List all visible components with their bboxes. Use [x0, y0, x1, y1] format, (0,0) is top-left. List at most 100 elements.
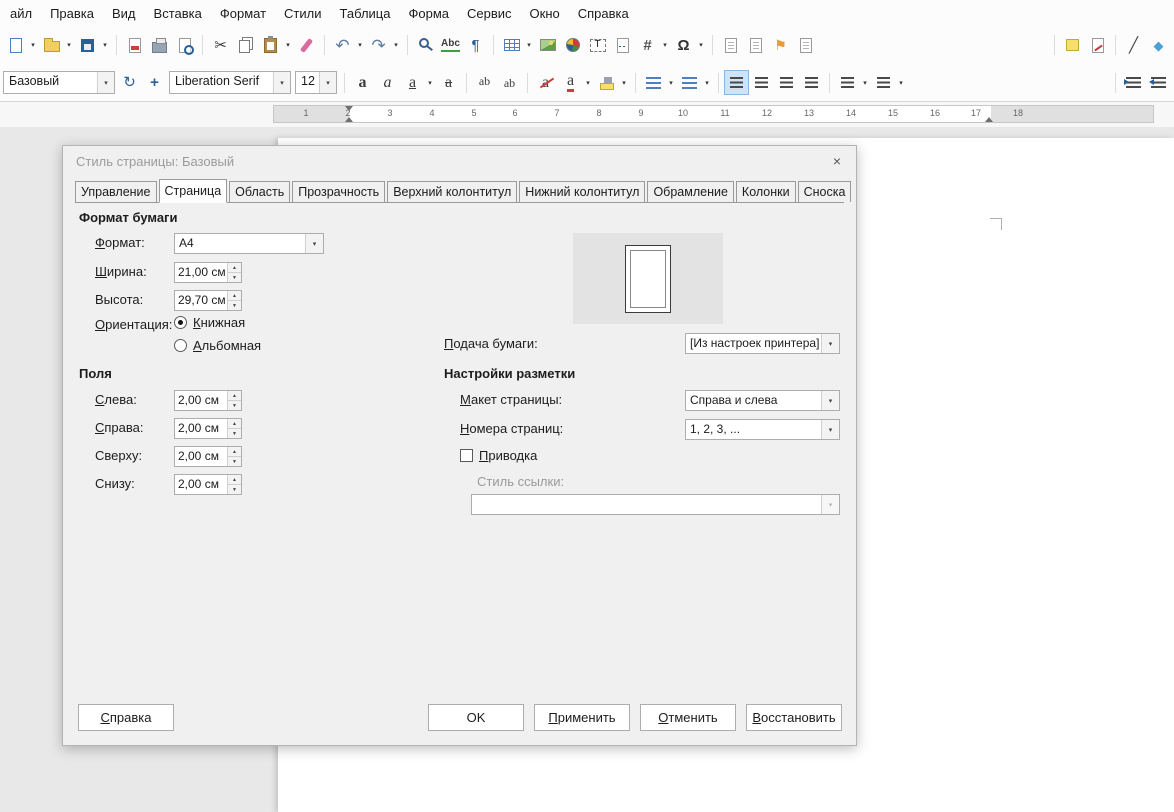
height-spinner[interactable]: 29,70 см ▲ ▼ [174, 290, 242, 311]
italic-button[interactable]: а [375, 70, 400, 95]
spin-down-button[interactable]: ▼ [228, 273, 241, 282]
print-preview-button[interactable] [172, 33, 197, 58]
cut-button[interactable]: ✂ [208, 33, 233, 58]
insert-cross-reference-button[interactable] [793, 33, 818, 58]
tab-footnote[interactable]: Сноска [797, 181, 852, 202]
bullet-list-dropdown[interactable]: ▾ [666, 70, 676, 95]
redo-dropdown[interactable]: ▾ [391, 33, 401, 58]
insert-table-dropdown[interactable]: ▾ [524, 33, 534, 58]
bold-button[interactable]: а [350, 70, 375, 95]
new-style-button[interactable]: + [142, 70, 167, 95]
spin-up-button[interactable]: ▲ [228, 475, 241, 485]
paste-button[interactable] [258, 33, 283, 58]
decrease-indent-button[interactable] [1146, 70, 1171, 95]
copy-button[interactable] [233, 33, 258, 58]
page-numbers-select-arrow[interactable]: ▾ [821, 420, 839, 439]
font-color-button[interactable]: а [558, 70, 583, 95]
numbered-list-button[interactable] [677, 70, 702, 95]
paragraph-style-combo[interactable]: Базовый ▾ [3, 71, 115, 94]
spin-down-button[interactable]: ▼ [228, 401, 241, 410]
track-changes-button[interactable] [1085, 33, 1110, 58]
undo-dropdown[interactable]: ▾ [355, 33, 365, 58]
menu-window[interactable]: Окно [521, 0, 569, 26]
new-document-button[interactable] [3, 33, 28, 58]
font-name-combo[interactable]: Liberation Serif ▾ [169, 71, 291, 94]
insert-endnote-button[interactable] [743, 33, 768, 58]
insert-image-button[interactable] [535, 33, 560, 58]
spin-up-button[interactable]: ▲ [228, 447, 241, 457]
landscape-radio[interactable]: Альбомная [174, 338, 261, 353]
margin-top-spinner[interactable]: 2,00 см ▲ ▼ [174, 446, 242, 467]
paper-tray-select-arrow[interactable]: ▾ [821, 334, 839, 353]
paragraph-style-dropdown[interactable]: ▾ [97, 72, 114, 93]
spin-down-button[interactable]: ▼ [228, 485, 241, 494]
export-pdf-button[interactable] [122, 33, 147, 58]
insert-line-button[interactable]: ╱ [1121, 33, 1146, 58]
superscript-button[interactable]: ab [472, 70, 497, 95]
spin-up-button[interactable]: ▲ [228, 291, 241, 301]
underline-button[interactable]: а [400, 70, 425, 95]
spin-up-button[interactable]: ▲ [228, 419, 241, 429]
open-dropdown[interactable]: ▾ [64, 33, 74, 58]
paragraph-spacing-dropdown[interactable]: ▾ [896, 70, 906, 95]
page-layout-select-arrow[interactable]: ▾ [821, 391, 839, 410]
insert-special-character-dropdown[interactable]: ▾ [696, 33, 706, 58]
insert-field-dropdown[interactable]: ▾ [660, 33, 670, 58]
spin-up-button[interactable]: ▲ [228, 391, 241, 401]
tab-header[interactable]: Верхний колонтитул [387, 181, 518, 202]
reset-button[interactable]: Восстановить [746, 704, 842, 731]
save-dropdown[interactable]: ▾ [100, 33, 110, 58]
tab-columns[interactable]: Колонки [735, 181, 796, 202]
paper-format-select-arrow[interactable]: ▾ [305, 234, 323, 253]
spin-down-button[interactable]: ▼ [228, 457, 241, 466]
redo-button[interactable]: ↷ [366, 33, 391, 58]
find-replace-button[interactable] [413, 33, 438, 58]
tab-borders[interactable]: Обрамление [647, 181, 734, 202]
font-name-dropdown[interactable]: ▾ [273, 72, 290, 93]
left-indent-marker[interactable] [345, 117, 353, 122]
close-icon[interactable]: × [828, 152, 846, 170]
right-indent-marker[interactable] [985, 117, 993, 122]
paste-dropdown[interactable]: ▾ [283, 33, 293, 58]
paper-format-select[interactable]: A4 ▾ [174, 233, 324, 254]
spin-down-button[interactable]: ▼ [228, 301, 241, 310]
insert-footnote-button[interactable] [718, 33, 743, 58]
paper-tray-select[interactable]: [Из настроек принтера] ▾ [685, 333, 840, 354]
tab-footer[interactable]: Нижний колонтитул [519, 181, 646, 202]
open-button[interactable] [39, 33, 64, 58]
first-line-indent-marker[interactable] [345, 106, 353, 111]
spin-down-button[interactable]: ▼ [228, 429, 241, 438]
portrait-radio[interactable]: Книжная [174, 315, 245, 330]
basic-shapes-button[interactable]: ◆ [1146, 33, 1171, 58]
spelling-button[interactable]: Abc [438, 33, 463, 58]
menu-tools[interactable]: Сервис [458, 0, 521, 26]
tab-area[interactable]: Область [229, 181, 291, 202]
line-spacing-button[interactable] [835, 70, 860, 95]
tab-page[interactable]: Страница [158, 179, 228, 203]
font-size-dropdown[interactable]: ▾ [319, 72, 336, 93]
register-true-checkbox[interactable]: Приводка [460, 448, 537, 463]
help-button[interactable]: Справка [78, 704, 174, 731]
print-button[interactable] [147, 33, 172, 58]
menu-format[interactable]: Формат [211, 0, 275, 26]
menu-view[interactable]: Вид [103, 0, 145, 26]
formatting-marks-button[interactable]: ¶ [463, 33, 488, 58]
insert-field-button[interactable]: # [635, 33, 660, 58]
menu-table[interactable]: Таблица [331, 0, 400, 26]
insert-special-character-button[interactable]: Ω [671, 33, 696, 58]
insert-bookmark-button[interactable]: ⚑ [768, 33, 793, 58]
cancel-button[interactable]: Отменить [640, 704, 736, 731]
insert-chart-button[interactable] [560, 33, 585, 58]
width-spinner[interactable]: 21,00 см ▲ ▼ [174, 262, 242, 283]
font-color-dropdown[interactable]: ▾ [583, 70, 593, 95]
menu-insert[interactable]: Вставка [145, 0, 211, 26]
font-size-combo[interactable]: 12 ▾ [295, 71, 337, 94]
undo-button[interactable]: ↶ [330, 33, 355, 58]
tab-management[interactable]: Управление [75, 181, 157, 202]
insert-comment-button[interactable] [1060, 33, 1085, 58]
tab-transparency[interactable]: Прозрачность [292, 181, 386, 202]
underline-dropdown[interactable]: ▾ [425, 70, 435, 95]
subscript-button[interactable]: ab [497, 70, 522, 95]
increase-indent-button[interactable] [1121, 70, 1146, 95]
clone-formatting-button[interactable] [294, 33, 319, 58]
